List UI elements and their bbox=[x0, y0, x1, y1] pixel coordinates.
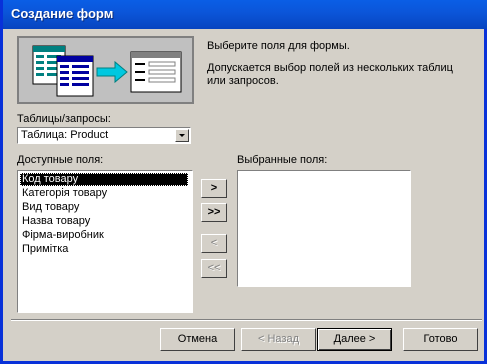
tables-label: Таблицы/запросы: bbox=[17, 113, 111, 125]
list-item[interactable]: Назва товару bbox=[20, 215, 92, 228]
intro-text: Выберите поля для формы. bbox=[207, 40, 350, 52]
list-item[interactable]: Примітка bbox=[20, 243, 70, 256]
selected-fields-label: Выбранные поля: bbox=[237, 154, 328, 166]
list-item[interactable]: Фірма-виробник bbox=[20, 229, 106, 242]
footer-divider bbox=[11, 319, 482, 321]
back-button[interactable]: < Назад bbox=[241, 328, 316, 351]
list-item[interactable]: Код товару bbox=[20, 173, 188, 186]
finish-button[interactable]: Готово bbox=[403, 328, 478, 351]
selected-fields-list[interactable] bbox=[237, 170, 411, 287]
list-item[interactable]: Категорія товару bbox=[20, 187, 109, 200]
cancel-button[interactable]: Отмена bbox=[160, 328, 235, 351]
available-fields-list[interactable]: Код товару Категорія товару Вид товару Н… bbox=[17, 170, 193, 313]
add-field-button[interactable]: > bbox=[201, 179, 227, 198]
available-fields-label: Доступные поля: bbox=[17, 154, 104, 166]
list-item[interactable]: Вид товару bbox=[20, 201, 81, 214]
window-title: Создание форм bbox=[11, 6, 114, 21]
wizard-illustration bbox=[17, 36, 194, 104]
remove-field-button[interactable]: < bbox=[201, 234, 227, 253]
chevron-down-icon[interactable] bbox=[175, 129, 189, 142]
intro-hint: Допускается выбор полей из нескольких та… bbox=[207, 62, 453, 87]
add-all-fields-button[interactable]: >> bbox=[201, 203, 227, 222]
tables-combobox[interactable]: Таблица: Product bbox=[17, 127, 191, 144]
title-bar[interactable]: Создание форм bbox=[3, 0, 487, 29]
tables-to-form-icon bbox=[32, 45, 182, 97]
next-button[interactable]: Далее > bbox=[317, 328, 392, 351]
form-wizard-window: Создание форм Выберите поля для формы. Д… bbox=[0, 0, 487, 364]
tables-selected-value: Таблица: Product bbox=[21, 129, 109, 141]
remove-all-fields-button[interactable]: << bbox=[201, 259, 227, 278]
